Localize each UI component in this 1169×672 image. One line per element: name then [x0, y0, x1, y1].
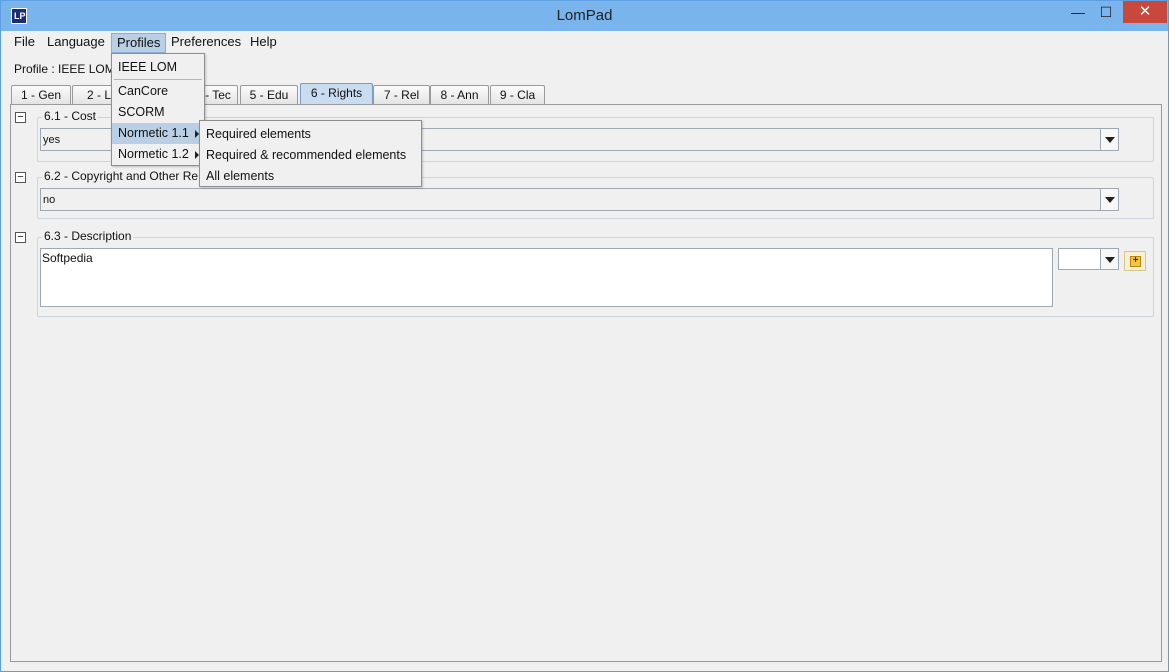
submenu-required-recommended-elements[interactable]: Required & recommended elements [200, 145, 421, 166]
profile-scorm[interactable]: SCORM [112, 102, 204, 123]
collapse-icon[interactable]: − [15, 112, 26, 123]
collapse-icon[interactable]: − [15, 172, 26, 183]
menu-preferences[interactable]: Preferences [166, 33, 246, 53]
close-button[interactable]: ✕ [1123, 1, 1167, 23]
tab-rights[interactable]: 6 - Rights [300, 83, 373, 104]
collapse-icon[interactable]: − [15, 232, 26, 243]
menu-language[interactable]: Language [42, 33, 110, 53]
copyright-select[interactable]: no [40, 188, 1119, 211]
minimize-button[interactable]: — [1063, 1, 1093, 23]
normetic-1-2-label: Normetic 1.2 [118, 147, 189, 161]
description-language-select[interactable] [1058, 248, 1119, 270]
tab-annotation[interactable]: 8 - Ann [430, 85, 489, 104]
chevron-down-icon[interactable] [1100, 249, 1118, 269]
menu-file[interactable]: File [9, 33, 40, 53]
profile-normetic-1-1[interactable]: Normetic 1.1 [112, 123, 204, 144]
profile-normetic-1-2[interactable]: Normetic 1.2 [112, 144, 204, 165]
tab-educational[interactable]: 5 - Edu [240, 85, 298, 104]
normetic-1-1-label: Normetic 1.1 [118, 126, 189, 140]
submenu-required-elements[interactable]: Required elements [200, 124, 421, 145]
profile-cancore[interactable]: CanCore [112, 81, 204, 102]
cost-value: yes [43, 134, 61, 146]
app-window: LP LomPad — ☐ ✕ File Language Profiles P… [0, 0, 1169, 672]
maximize-button[interactable]: ☐ [1091, 1, 1121, 23]
window-title: LomPad [556, 7, 613, 24]
rights-panel: − 6.1 - Cost yes − 6.2 - Copyright and O… [10, 104, 1162, 662]
chevron-down-icon[interactable] [1100, 129, 1118, 150]
tab-relation[interactable]: 7 - Rel [373, 85, 430, 104]
menu-profiles[interactable]: Profiles [111, 33, 167, 53]
maximize-icon: ☐ [1099, 4, 1113, 20]
profiles-dropdown: IEEE LOM CanCore SCORM Normetic 1.1 Norm… [111, 53, 205, 166]
description-textarea[interactable]: Softpedia [40, 248, 1053, 307]
copyright-label: 6.2 - Copyright and Other Re [42, 169, 201, 183]
tab-classification[interactable]: 9 - Cla [490, 85, 545, 104]
submenu-all-elements[interactable]: All elements [200, 166, 421, 187]
cost-label: 6.1 - Cost [42, 109, 99, 123]
description-label: 6.3 - Description [42, 229, 134, 243]
description-group: 6.3 - Description Softpedia + [37, 229, 1154, 317]
tab-general[interactable]: 1 - Gen [11, 85, 71, 104]
profile-ieee-lom[interactable]: IEEE LOM [112, 57, 204, 78]
close-icon: ✕ [1138, 3, 1152, 20]
menu-help[interactable]: Help [245, 33, 282, 53]
normetic-submenu: Required elements Required & recommended… [199, 120, 422, 187]
add-icon: + [1130, 256, 1141, 267]
add-description-button[interactable]: + [1124, 251, 1146, 271]
minimize-icon: — [1071, 4, 1085, 20]
menu-separator [114, 79, 202, 80]
menu-bar: File Language Profiles Preferences Help [9, 31, 1161, 53]
chevron-down-icon[interactable] [1100, 189, 1118, 210]
copyright-value: no [43, 194, 56, 206]
title-bar: LP LomPad — ☐ ✕ [1, 1, 1168, 31]
profile-label: Profile : IEEE LOM [14, 62, 115, 76]
